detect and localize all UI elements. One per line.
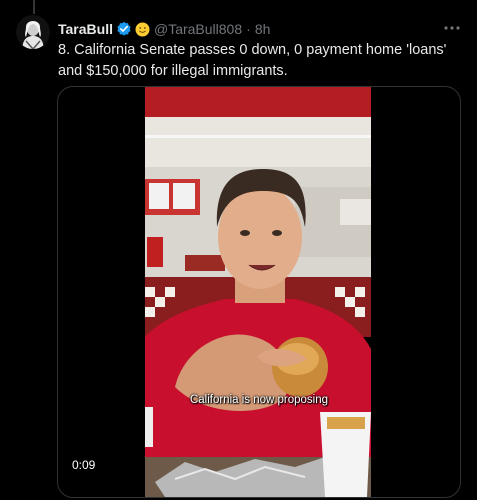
- author-handle[interactable]: @TaraBull808: [154, 21, 242, 37]
- thread-connector-line: [33, 0, 35, 14]
- video-caption: California is now proposing: [189, 394, 329, 406]
- tweet-header: TaraBull @TaraBull808 · 8h: [58, 19, 270, 39]
- video-timecode: 0:09: [66, 456, 102, 474]
- avatar[interactable]: [16, 15, 50, 49]
- video-frame[interactable]: [145, 87, 371, 497]
- tweet-text: 8. California Senate passes 0 down, 0 pa…: [58, 42, 447, 79]
- tweet-timestamp[interactable]: 8h: [255, 21, 271, 37]
- separator-dot: ·: [246, 21, 251, 37]
- author-name[interactable]: TaraBull: [58, 21, 113, 37]
- smiley-emoji-icon: [135, 22, 150, 37]
- video-player[interactable]: California is now proposing 0:09: [57, 86, 461, 498]
- verified-badge-icon: [116, 21, 132, 37]
- more-options-icon[interactable]: [441, 18, 463, 38]
